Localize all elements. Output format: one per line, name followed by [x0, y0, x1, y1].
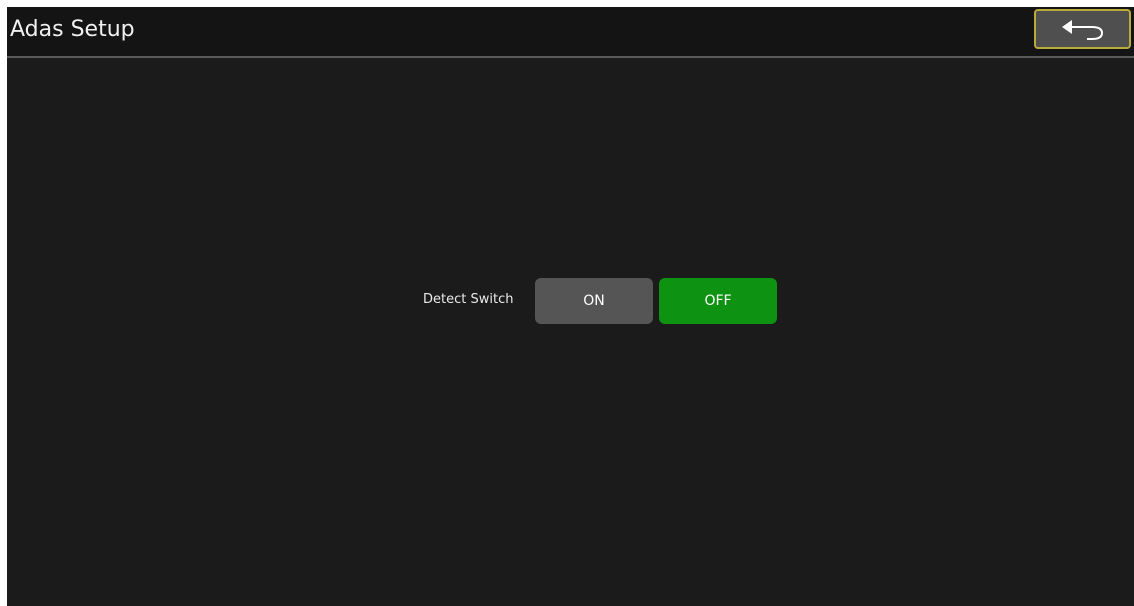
- detect-switch-row: Detect Switch ON OFF: [423, 278, 783, 324]
- back-button[interactable]: [1034, 9, 1131, 49]
- page-title: Adas Setup: [10, 17, 135, 42]
- adas-setup-screen: Adas Setup Detect Switch ON OFF: [7, 7, 1134, 606]
- detect-switch-off-button[interactable]: OFF: [659, 278, 777, 324]
- header-bar: Adas Setup: [7, 7, 1134, 58]
- detect-switch-label: Detect Switch: [423, 292, 514, 307]
- detect-switch-on-button[interactable]: ON: [535, 278, 653, 324]
